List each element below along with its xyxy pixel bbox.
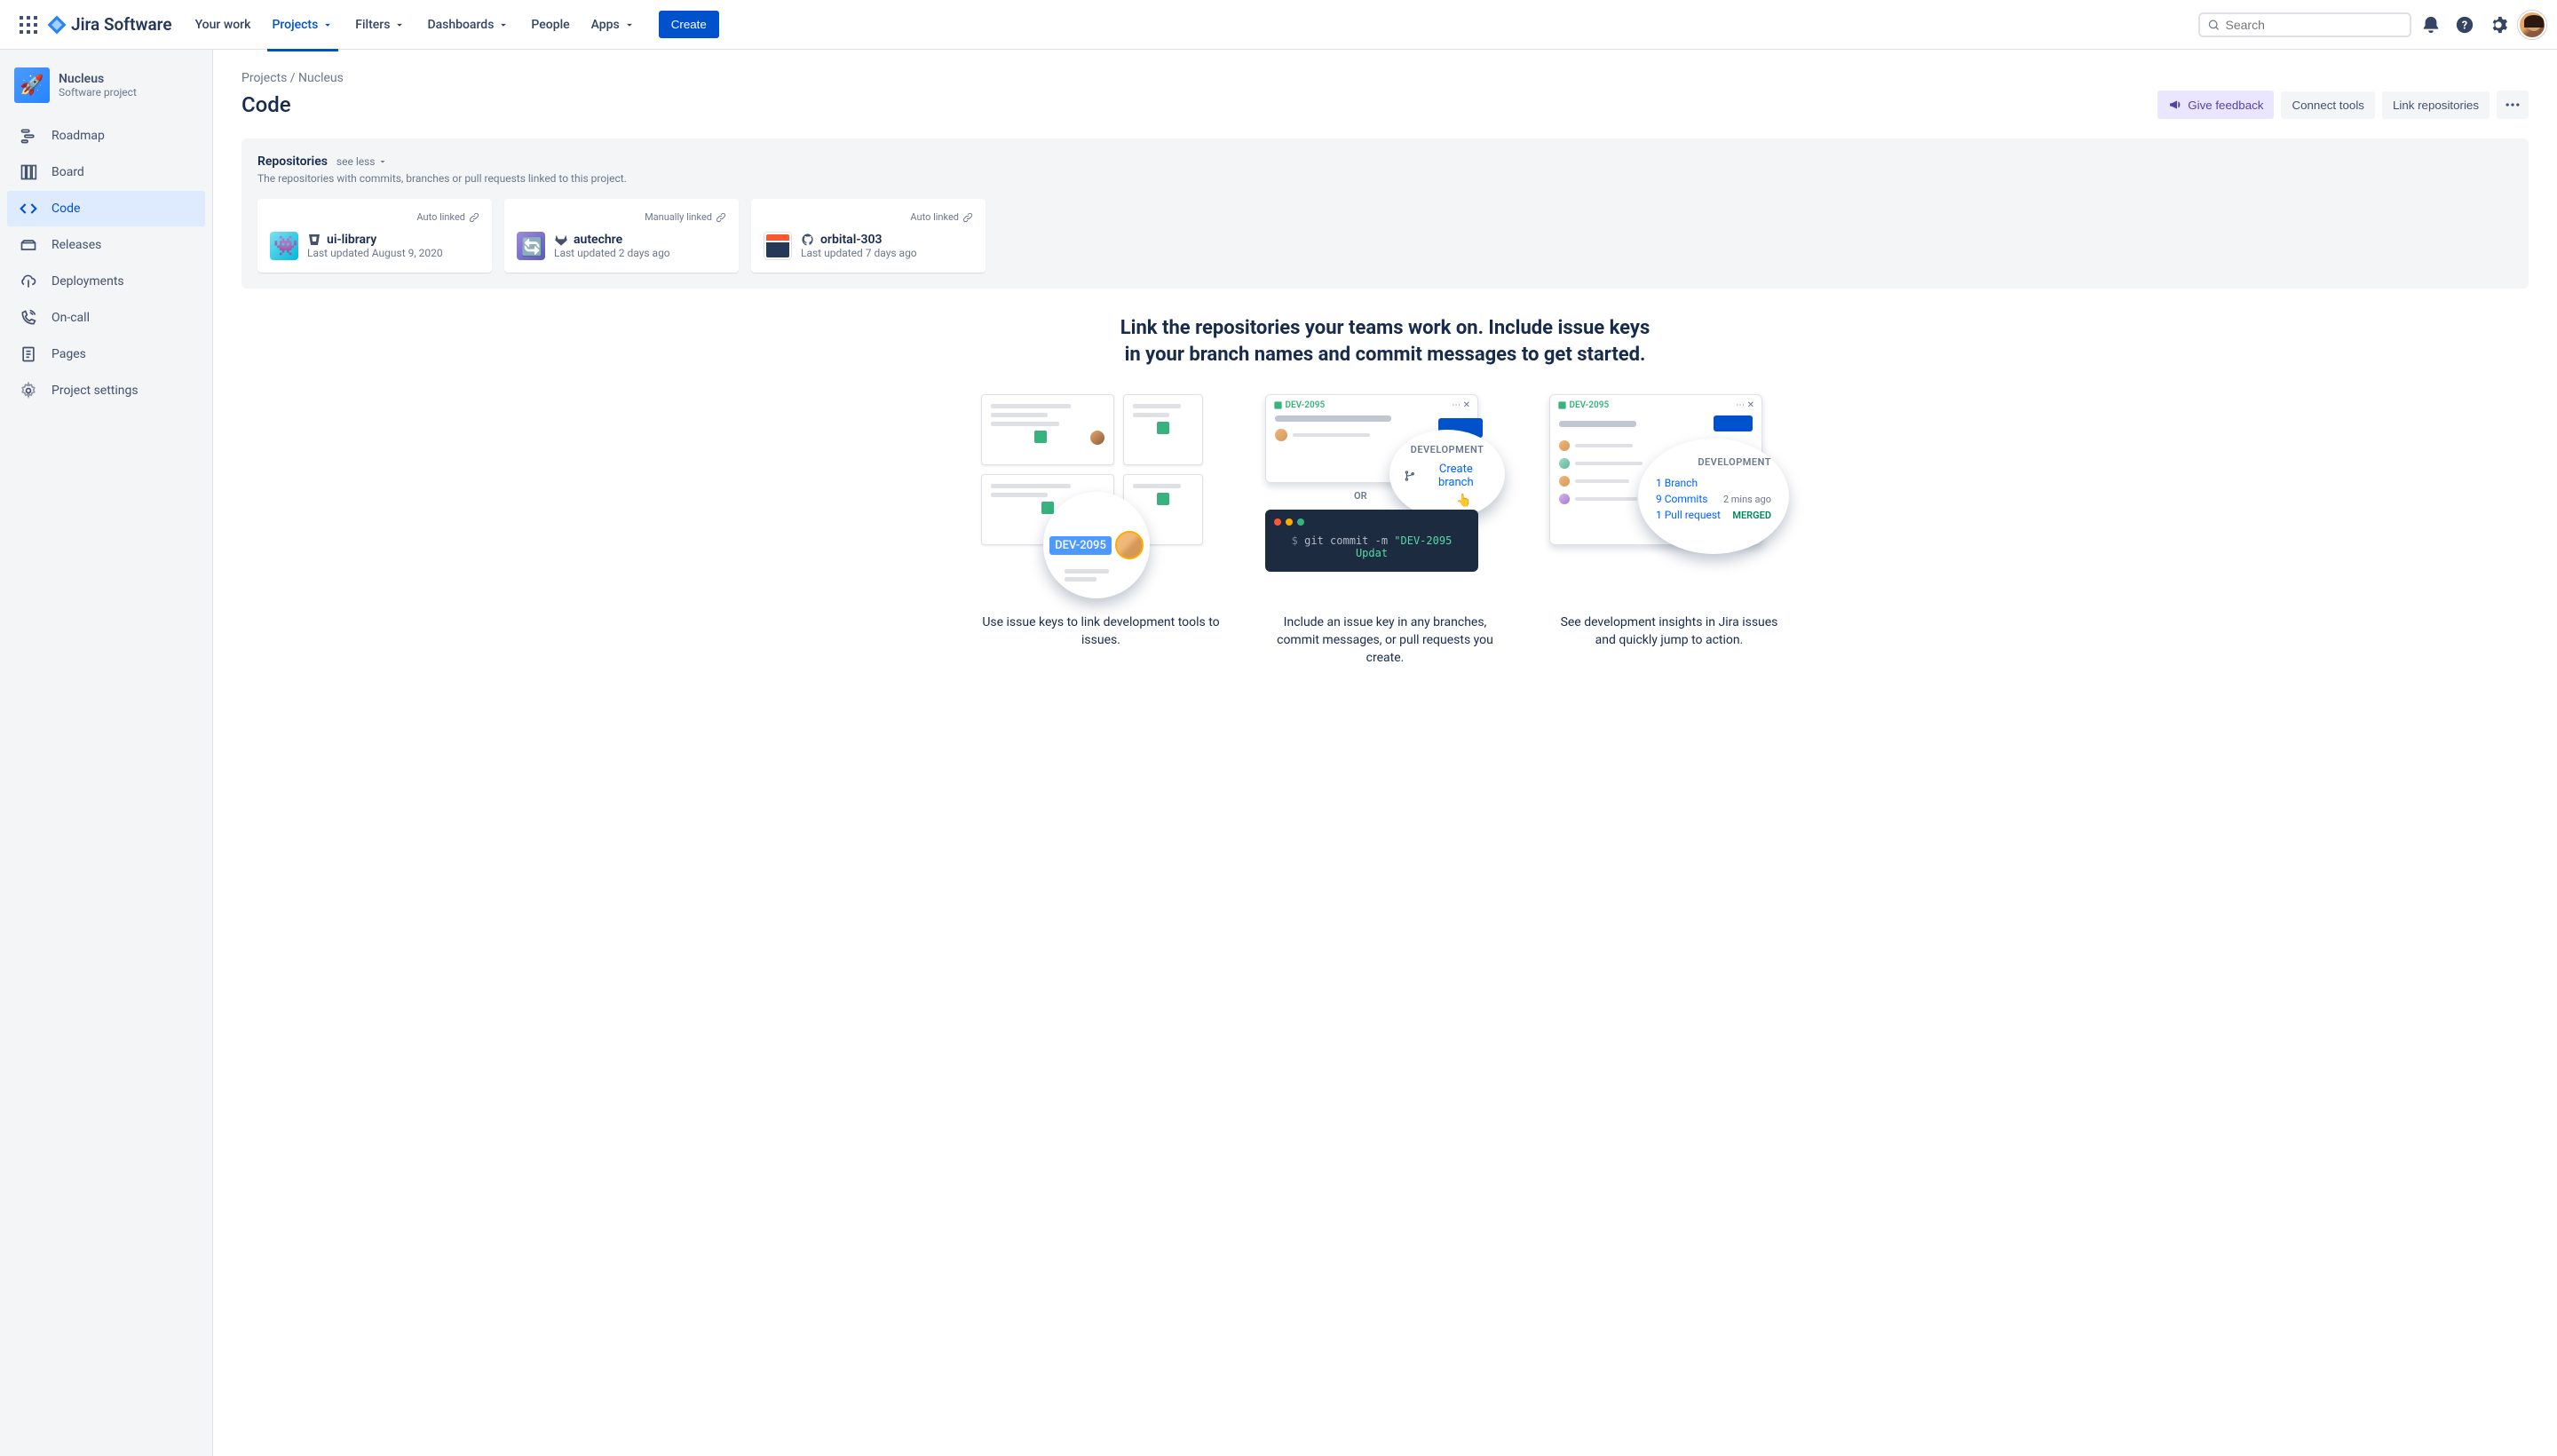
- repo-updated: Last updated 7 days ago: [801, 247, 917, 259]
- code-icon: [18, 198, 39, 219]
- top-nav: Jira Software Your work Projects Filters…: [0, 0, 2557, 50]
- pages-icon: [18, 344, 39, 365]
- illustration-caption: See development insights in Jira issues …: [1549, 614, 1789, 649]
- create-button[interactable]: Create: [659, 11, 719, 38]
- sidebar-code[interactable]: Code: [7, 191, 205, 226]
- sidebar: Nucleus Software project Roadmap Board C…: [0, 50, 213, 1456]
- repo-card[interactable]: Manually linked autechre Last updated 2 …: [504, 199, 739, 273]
- releases-icon: [18, 234, 39, 256]
- illustration-issue-keys: DEV-2095 Use issue keys to link developm…: [981, 394, 1221, 667]
- nav-filters[interactable]: Filters: [346, 11, 415, 39]
- project-name: Nucleus: [59, 72, 137, 86]
- branch-icon: [1404, 470, 1416, 482]
- sidebar-pages[interactable]: Pages: [7, 336, 205, 372]
- repo-updated: Last updated August 9, 2020: [307, 247, 443, 259]
- chevron-down-icon: [393, 19, 406, 31]
- create-branch-link: Create branch: [1404, 463, 1491, 489]
- repo-avatar: [517, 232, 545, 260]
- illustration-caption: Include an issue key in any branches, co…: [1265, 614, 1505, 667]
- illustrations: DEV-2095 Use issue keys to link developm…: [241, 394, 2529, 667]
- notifications-icon[interactable]: [2417, 11, 2445, 39]
- see-less-toggle[interactable]: see less: [336, 155, 388, 168]
- chevron-down-icon: [377, 156, 388, 167]
- repo-updated: Last updated 2 days ago: [554, 247, 670, 259]
- svg-text:?: ?: [2462, 19, 2467, 32]
- sidebar-board[interactable]: Board: [7, 154, 205, 190]
- illustration-caption: Use issue keys to link development tools…: [981, 614, 1221, 649]
- github-icon: [801, 233, 815, 247]
- logo-text: Jira Software: [71, 14, 172, 35]
- project-header[interactable]: Nucleus Software project: [7, 67, 205, 117]
- app-switcher-icon[interactable]: [18, 14, 39, 36]
- cta-heading: Link the repositories your teams work on…: [1119, 315, 1651, 368]
- link-repositories-button[interactable]: Link repositories: [2382, 91, 2490, 119]
- link-icon: [716, 212, 726, 223]
- nav-projects[interactable]: Projects: [263, 11, 343, 39]
- sidebar-oncall[interactable]: On-call: [7, 300, 205, 336]
- nav-your-work[interactable]: Your work: [186, 11, 260, 39]
- deployments-icon: [18, 271, 39, 292]
- oncall-icon: [18, 307, 39, 328]
- repo-section-subtitle: The repositories with commits, branches …: [257, 172, 2513, 185]
- give-feedback-button[interactable]: Give feedback: [2157, 91, 2274, 119]
- gear-icon: [18, 380, 39, 401]
- settings-icon[interactable]: [2484, 11, 2513, 39]
- link-icon: [962, 212, 973, 223]
- chevron-down-icon: [321, 19, 334, 31]
- issue-key-highlight: DEV-2095: [1049, 536, 1112, 555]
- bitbucket-icon: [307, 233, 321, 247]
- link-icon: [469, 212, 479, 223]
- gitlab-icon: [554, 233, 568, 247]
- illustration-dev-insights: DEV-2095⋯ ✕ DEVELOPMENT: [1549, 394, 1789, 667]
- repo-section-title: Repositories: [257, 154, 328, 169]
- help-icon[interactable]: ?: [2450, 11, 2479, 39]
- repo-name: autechre: [574, 233, 622, 247]
- sidebar-deployments[interactable]: Deployments: [7, 264, 205, 299]
- repo-avatar: [764, 232, 792, 260]
- project-type: Software project: [59, 86, 137, 99]
- nav-people[interactable]: People: [522, 11, 578, 39]
- profile-avatar[interactable]: [2518, 11, 2546, 39]
- roadmap-icon: [18, 125, 39, 146]
- repo-link-type: Auto linked: [270, 211, 479, 223]
- illustration-include-key: DEV-2095⋯ ✕ OR DEVELOPMENT Create branch: [1265, 394, 1505, 667]
- repo-avatar: [270, 232, 298, 260]
- connect-tools-button[interactable]: Connect tools: [2281, 91, 2375, 119]
- nav-dashboards[interactable]: Dashboards: [418, 11, 519, 39]
- search-field[interactable]: [2198, 12, 2411, 37]
- sidebar-roadmap[interactable]: Roadmap: [7, 118, 205, 154]
- repo-name: ui-library: [327, 233, 376, 247]
- sidebar-settings[interactable]: Project settings: [7, 373, 205, 408]
- terminal: $ git commit -m "DEV-2095 Updat: [1265, 510, 1478, 572]
- chevron-down-icon: [497, 19, 510, 31]
- page-title: Code: [241, 92, 291, 117]
- repo-link-type: Manually linked: [517, 211, 726, 223]
- sidebar-releases[interactable]: Releases: [7, 227, 205, 263]
- or-text: OR: [1354, 490, 1367, 502]
- more-icon: [2504, 96, 2521, 114]
- search-input[interactable]: [2226, 18, 2403, 32]
- board-icon: [18, 162, 39, 183]
- project-icon: [14, 67, 50, 103]
- repo-card[interactable]: Auto linked orbital-303 Last updated 7 d…: [751, 199, 986, 273]
- search-icon: [2207, 18, 2221, 32]
- nav-apps[interactable]: Apps: [582, 11, 645, 39]
- more-actions-button[interactable]: [2497, 91, 2529, 119]
- repositories-section: Repositories see less The repositories w…: [241, 138, 2529, 289]
- repo-link-type: Auto linked: [764, 211, 973, 223]
- breadcrumb[interactable]: Projects / Nucleus: [241, 71, 2529, 85]
- jira-logo[interactable]: Jira Software: [46, 14, 172, 36]
- repo-card[interactable]: Auto linked ui-library Last updated Augu…: [257, 199, 492, 273]
- chevron-down-icon: [623, 19, 636, 31]
- megaphone-icon: [2168, 98, 2182, 112]
- main-content: Projects / Nucleus Code Give feedback Co…: [213, 50, 2557, 1456]
- repo-name: orbital-303: [820, 233, 882, 247]
